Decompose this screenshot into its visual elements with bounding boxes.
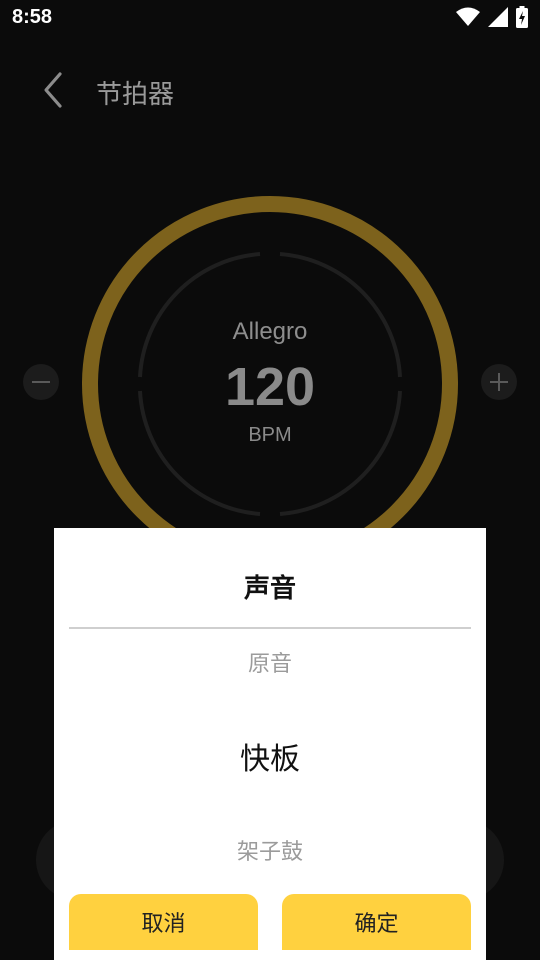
bpm-unit: BPM [248,424,292,446]
back-button[interactable] [36,70,72,110]
cellular-signal-icon [488,7,508,31]
battery-charging-icon [516,6,528,32]
status-icons [456,6,528,32]
bpm-value: 120 [224,357,316,417]
picker-option-selected[interactable]: 快板 [54,734,486,778]
dialog-title: 声音 [243,574,296,604]
sound-dialog: 声音 原音 快板 架子鼓 取消 确定 [54,528,486,960]
decrease-bpm-button[interactable] [23,364,59,400]
status-bar: 8:58 [0,0,540,36]
tempo-name: Allegro [232,318,308,345]
cancel-button[interactable]: 取消 [69,894,258,950]
app-header: 节拍器 [0,60,540,120]
increase-bpm-button[interactable] [481,364,517,400]
picker-option[interactable]: 架子鼓 [54,834,486,866]
minus-icon [32,381,50,383]
wifi-icon [456,7,480,31]
status-time: 8:58 [12,6,53,28]
picker-option[interactable]: 原音 [54,646,486,678]
metronome-screen: 8:58 节拍器 Allegro 120 BPM 声音 原音 快板 架子鼓 取消… [0,0,540,960]
plus-icon [490,373,508,391]
chevron-left-icon [44,72,62,108]
confirm-button[interactable]: 确定 [282,894,471,950]
dialog-divider [69,627,471,629]
page-title: 节拍器 [96,80,175,110]
